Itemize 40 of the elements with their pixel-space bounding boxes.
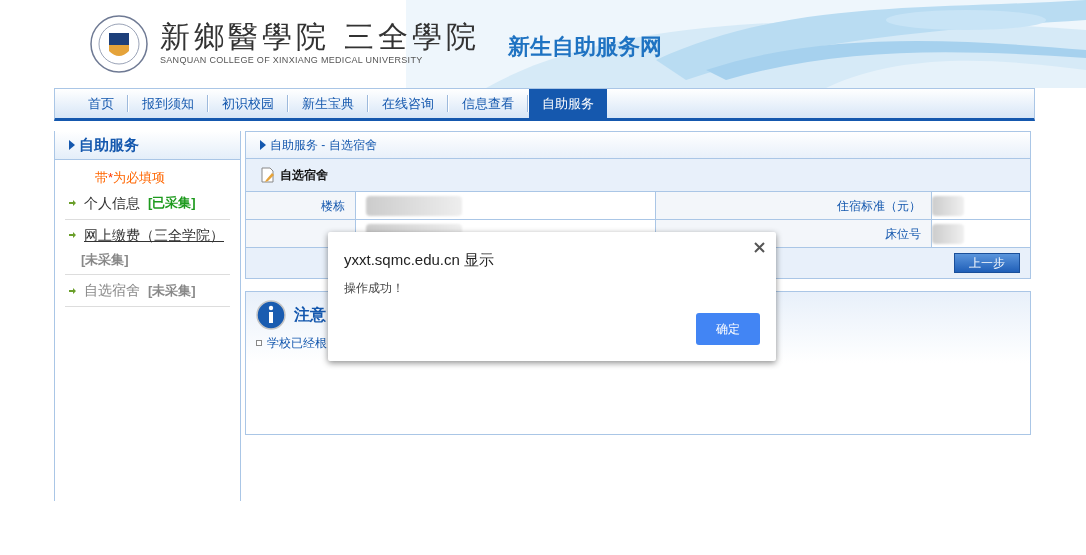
site-title: 新生自助服务网	[507, 32, 662, 61]
label-cell: 楼栋	[246, 192, 356, 219]
previous-step-button[interactable]: 上一步	[954, 253, 1020, 273]
nav-tab[interactable]: 自助服务	[529, 89, 607, 118]
dialog-title: yxxt.sqmc.edu.cn 显示	[344, 250, 495, 270]
arrow-icon	[69, 232, 76, 238]
notice-title: 注意	[294, 305, 326, 325]
nav-tab[interactable]: 信息查看	[449, 89, 527, 118]
ok-button[interactable]: 确定	[696, 313, 760, 345]
breadcrumb: 自助服务 - 自选宿舍	[270, 137, 377, 154]
label-cell: 住宿标准（元）	[656, 192, 932, 219]
close-icon[interactable]	[754, 242, 765, 253]
info-icon	[256, 300, 286, 330]
status-label: [未采集]	[148, 281, 196, 300]
triangle-icon	[260, 140, 266, 150]
bullet-icon	[256, 340, 262, 346]
nav-tab[interactable]: 首页	[75, 89, 127, 118]
arrow-icon	[69, 287, 76, 294]
sidebar-link[interactable]: 网上缴费（三全学院）	[84, 224, 224, 246]
form-title: 自选宿舍	[280, 167, 328, 184]
notice-text: 学校已经根	[267, 335, 327, 352]
nav-tab[interactable]: 初识校园	[209, 89, 287, 118]
school-name: 新鄉醫學院 三全學院	[160, 20, 480, 55]
nav-tab[interactable]: 报到须知	[129, 89, 207, 118]
status-label: [未采集]	[81, 250, 130, 269]
arrow-icon	[69, 200, 76, 206]
edit-icon	[260, 167, 276, 183]
sidebar-title: 自助服务	[79, 134, 139, 155]
nav-tab[interactable]: 新生宝典	[289, 89, 367, 118]
sidebar-link[interactable]: 个人信息	[84, 192, 140, 214]
triangle-icon	[69, 140, 75, 150]
sidebar-link[interactable]: 自选宿舍	[84, 280, 140, 301]
blurred-value	[932, 195, 964, 216]
school-name-english: SANQUAN COLLEGE OF XINXIANG MEDICAL UNIVERSITY	[160, 54, 424, 68]
college-emblem-icon	[90, 15, 148, 73]
blurred-value	[932, 223, 964, 244]
dialog-message: 操作成功！	[344, 280, 404, 297]
status-label: [已采集]	[148, 194, 196, 213]
required-note: 带*为必填项	[95, 169, 167, 187]
nav-tab[interactable]: 在线咨询	[369, 89, 447, 118]
